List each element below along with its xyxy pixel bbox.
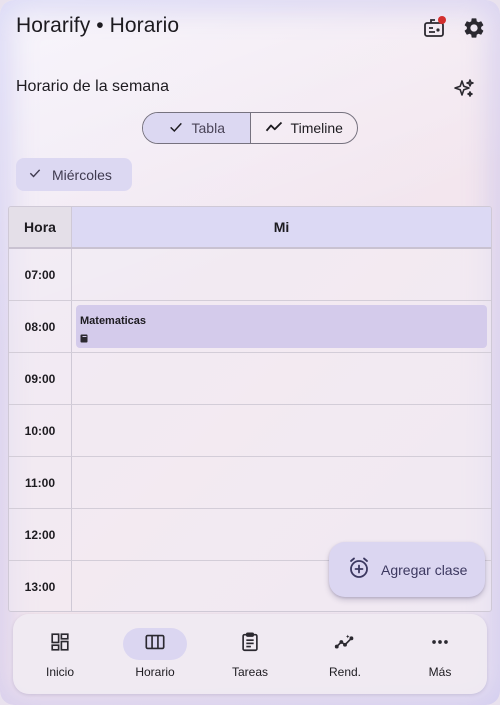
tab-timeline-label: Timeline [290,120,343,136]
insights-icon [334,631,356,658]
app-title: Horarify • Horario [16,14,180,37]
slot-cell[interactable] [72,353,491,404]
nav-label: Inicio [45,665,74,679]
slot-cell[interactable] [72,457,491,508]
nav-indicator [313,628,377,660]
nav-item-rendimiento[interactable]: Rend. [298,628,392,688]
section-title: Horario de la semana [16,78,169,95]
check-icon [168,119,184,138]
slot-cell[interactable] [72,249,491,300]
settings-gear-icon [462,16,486,40]
table-row: 10:00 [9,405,491,457]
dashboard-icon [49,631,71,658]
class-event-block[interactable]: Matematicas [76,305,487,348]
bottom-navigation: Inicio Horario Tareas Rend. Más [13,614,487,694]
nav-item-mas[interactable]: Más [393,628,487,688]
add-class-label: Agregar clase [381,561,468,578]
time-cell: 12:00 [9,509,72,560]
slot-cell: Matematicas [72,301,491,352]
more-horiz-icon [429,631,451,658]
time-cell: 10:00 [9,405,72,456]
alarm-add-icon [347,556,371,583]
nav-indicator [123,628,187,660]
tab-timeline[interactable]: Timeline [249,113,358,143]
table-row: 11:00 [9,457,491,509]
hour-column-header: Hora [9,207,72,247]
nav-item-tareas[interactable]: Tareas [203,628,297,688]
nav-indicator [28,628,92,660]
ai-suggest-button[interactable] [450,75,478,103]
nav-label: Horario [135,665,175,679]
app-screen: Horarify • Horario Horario de la semana … [0,0,500,705]
time-cell: 09:00 [9,353,72,404]
nav-item-horario[interactable]: Horario [108,628,202,688]
slot-cell[interactable] [72,405,491,456]
table-row: 07:00 [9,249,491,301]
time-cell: 08:00 [9,301,72,352]
time-cell: 11:00 [9,457,72,508]
check-icon [28,166,42,183]
top-app-bar: Horarify • Horario [0,0,500,56]
table-row: 08:00 Matematicas [9,301,491,353]
view-week-icon [144,631,166,658]
nav-label: Rend. [328,665,362,679]
nav-item-inicio[interactable]: Inicio [13,628,107,688]
time-cell: 13:00 [9,561,72,611]
notification-dot [438,16,446,24]
nav-indicator [218,628,282,660]
timeline-icon [265,118,283,139]
view-toggle: Tabla Timeline [142,112,358,144]
time-cell: 07:00 [9,249,72,300]
table-header: Hora Mi [9,207,491,249]
settings-button[interactable] [460,14,488,42]
nav-label: Tareas [231,665,269,679]
day-filter-label: Miércoles [52,166,112,183]
event-title: Matematicas [80,315,147,327]
notifications-button[interactable] [420,14,448,42]
add-class-button[interactable]: Agregar clase [329,542,485,597]
table-row: 09:00 [9,353,491,405]
tab-tabla-label: Tabla [191,120,225,136]
nav-indicator [408,628,472,660]
sparkle-icon [452,77,476,101]
day-filter-chip[interactable]: Miércoles [16,158,132,191]
clipboard-icon [239,631,261,658]
book-icon [80,330,487,348]
tab-tabla[interactable]: Tabla [143,113,250,143]
nav-label: Más [428,665,452,679]
day-column-header: Mi [72,207,491,247]
